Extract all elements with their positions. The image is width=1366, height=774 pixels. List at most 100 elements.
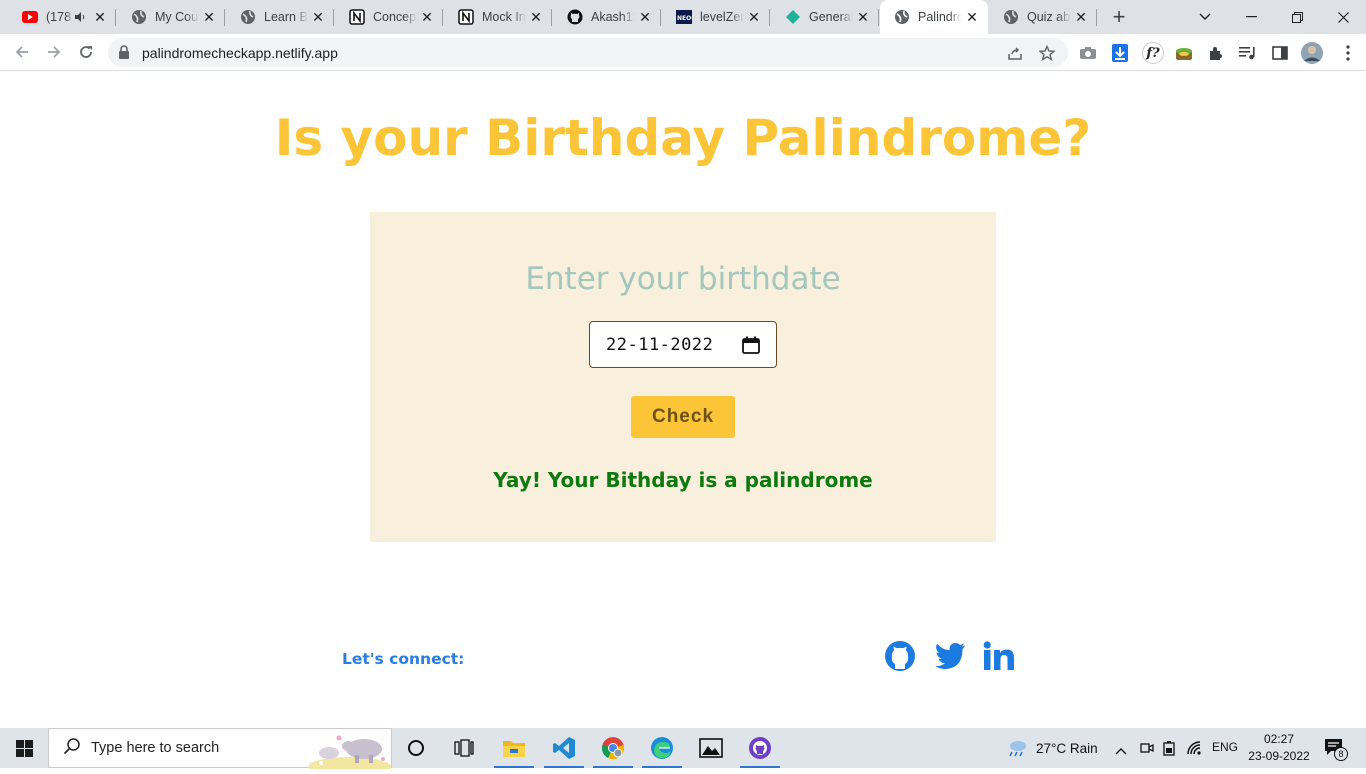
close-window-button[interactable] [1320, 0, 1366, 34]
tab-strip: (178 ✕ My Cour ✕ Learn Ba ✕ Concept ✕ Mo… [0, 0, 1366, 34]
close-tab-icon[interactable]: ✕ [92, 9, 108, 25]
tab-title: Learn Ba [264, 10, 308, 24]
close-tab-icon[interactable]: ✕ [419, 9, 435, 25]
browser-toolbar: palindromecheckapp.netlify.app f? [0, 34, 1366, 71]
system-clock[interactable]: 02:27 23-09-2022 [1248, 731, 1310, 765]
page-title: Is your Birthday Palindrome? [274, 109, 1092, 167]
birthdate-input[interactable]: 22-11-2022 [589, 321, 777, 368]
tab-palindrome-active[interactable]: Palindro ✕ [880, 0, 988, 34]
tab-my-courses[interactable]: My Cour ✕ [117, 0, 225, 34]
cortana-icon[interactable] [392, 728, 440, 768]
tab-title: Akash13 [591, 10, 635, 24]
twitter-icon[interactable] [933, 639, 967, 673]
windows-taskbar: Type here to search 27°C Rain ENG 02:27 … [0, 728, 1366, 774]
vscode-icon[interactable] [540, 728, 588, 768]
minimize-button[interactable] [1228, 0, 1274, 34]
weather-rain-icon[interactable] [1006, 738, 1028, 763]
notion-icon [458, 9, 474, 25]
media-control-icon[interactable] [1238, 43, 1258, 63]
speaker-icon[interactable] [74, 10, 86, 24]
calendar-icon[interactable] [742, 336, 760, 359]
search-icon [63, 737, 81, 760]
tab-search-icon[interactable] [1182, 0, 1228, 34]
meet-now-icon[interactable] [1139, 740, 1155, 761]
tab-title: General [809, 10, 853, 24]
github-desktop-icon[interactable] [736, 728, 784, 768]
wifi-icon[interactable] [1186, 740, 1204, 761]
tab-levelzero[interactable]: NEOG levelZer ✕ [662, 0, 770, 34]
tab-title: Palindro [918, 10, 962, 24]
font-extension-icon[interactable]: f? [1142, 42, 1164, 64]
close-tab-icon[interactable]: ✕ [964, 9, 980, 25]
tab-youtube[interactable]: (178 ✕ [8, 0, 116, 34]
menu-kebab-icon[interactable] [1338, 43, 1358, 63]
result-message: Yay! Your Bithday is a palindrome [493, 468, 873, 492]
birthdate-card: Enter your birthdate 22-11-2022 Check Ya… [370, 212, 996, 542]
tab-concept[interactable]: Concept ✕ [335, 0, 443, 34]
photos-icon[interactable] [687, 728, 735, 768]
github-icon[interactable] [883, 639, 917, 673]
close-tab-icon[interactable]: ✕ [528, 9, 544, 25]
tab-mock-interview[interactable]: Mock Int ✕ [444, 0, 552, 34]
tab-github[interactable]: Akash13 ✕ [553, 0, 661, 34]
back-button[interactable] [8, 38, 36, 66]
forward-button[interactable] [40, 38, 68, 66]
camera-extension-icon[interactable] [1078, 43, 1098, 63]
clock-date: 23-09-2022 [1248, 749, 1310, 763]
share-icon[interactable] [1006, 44, 1024, 62]
search-highlight-illustration [305, 729, 393, 774]
globe-icon [1003, 9, 1019, 25]
battery-icon[interactable] [1162, 740, 1176, 761]
tab-general[interactable]: General ✕ [771, 0, 879, 34]
close-tab-icon[interactable]: ✕ [746, 9, 762, 25]
tab-learn[interactable]: Learn Ba ✕ [226, 0, 334, 34]
plant-extension-icon[interactable] [1174, 43, 1194, 63]
weather-text[interactable]: 27°C Rain [1036, 741, 1098, 756]
chrome-icon[interactable] [589, 728, 637, 768]
close-tab-icon[interactable]: ✕ [310, 9, 326, 25]
profile-avatar[interactable] [1300, 41, 1324, 65]
clock-time: 02:27 [1263, 732, 1295, 746]
lock-icon[interactable] [118, 45, 130, 64]
side-panel-icon[interactable] [1270, 43, 1290, 63]
globe-icon [240, 9, 256, 25]
reload-button[interactable] [72, 38, 100, 66]
tab-quiz[interactable]: Quiz abc ✕ [989, 0, 1097, 34]
taskbar-search-box[interactable]: Type here to search [48, 728, 393, 774]
linkedin-icon[interactable] [982, 639, 1016, 673]
bookmark-star-icon[interactable] [1038, 44, 1056, 62]
close-tab-icon[interactable]: ✕ [201, 9, 217, 25]
extensions-puzzle-icon[interactable] [1206, 43, 1226, 63]
new-tab-button[interactable]: + [1107, 4, 1131, 29]
windows-start-button[interactable] [0, 728, 48, 768]
card-heading: Enter your birthdate [525, 261, 841, 297]
url-text: palindromecheckapp.netlify.app [142, 45, 338, 61]
chevron-up-icon[interactable] [1115, 742, 1127, 760]
search-placeholder: Type here to search [91, 740, 220, 756]
download-extension-icon[interactable] [1110, 43, 1130, 63]
tab-title: Quiz abc [1027, 10, 1071, 24]
globe-icon [131, 9, 147, 25]
tab-title: Mock Int [482, 10, 526, 24]
restore-button[interactable] [1274, 0, 1320, 34]
github-icon [567, 9, 583, 25]
tab-title: levelZer [700, 10, 744, 24]
edge-icon[interactable] [638, 728, 686, 768]
youtube-icon [22, 9, 38, 25]
task-view-icon[interactable] [440, 728, 488, 768]
tab-title: My Cour [155, 10, 199, 24]
file-explorer-icon[interactable] [490, 728, 538, 768]
lets-connect-label: Let's connect: [342, 650, 465, 668]
page-content: Is your Birthday Palindrome? Enter your … [0, 71, 1366, 728]
svg-text:NEOG: NEOG [677, 15, 692, 22]
close-tab-icon[interactable]: ✕ [855, 9, 871, 25]
close-tab-icon[interactable]: ✕ [1073, 9, 1089, 25]
address-bar[interactable]: palindromecheckapp.netlify.app [108, 38, 1068, 67]
close-tab-icon[interactable]: ✕ [637, 9, 653, 25]
language-indicator[interactable]: ENG [1212, 740, 1238, 754]
neog-icon: NEOG [676, 9, 692, 25]
check-button[interactable]: Check [631, 396, 735, 438]
notification-count-badge: 8 [1334, 747, 1348, 761]
date-value: 22-11-2022 [606, 334, 714, 355]
tab-title: Concept [373, 10, 417, 24]
